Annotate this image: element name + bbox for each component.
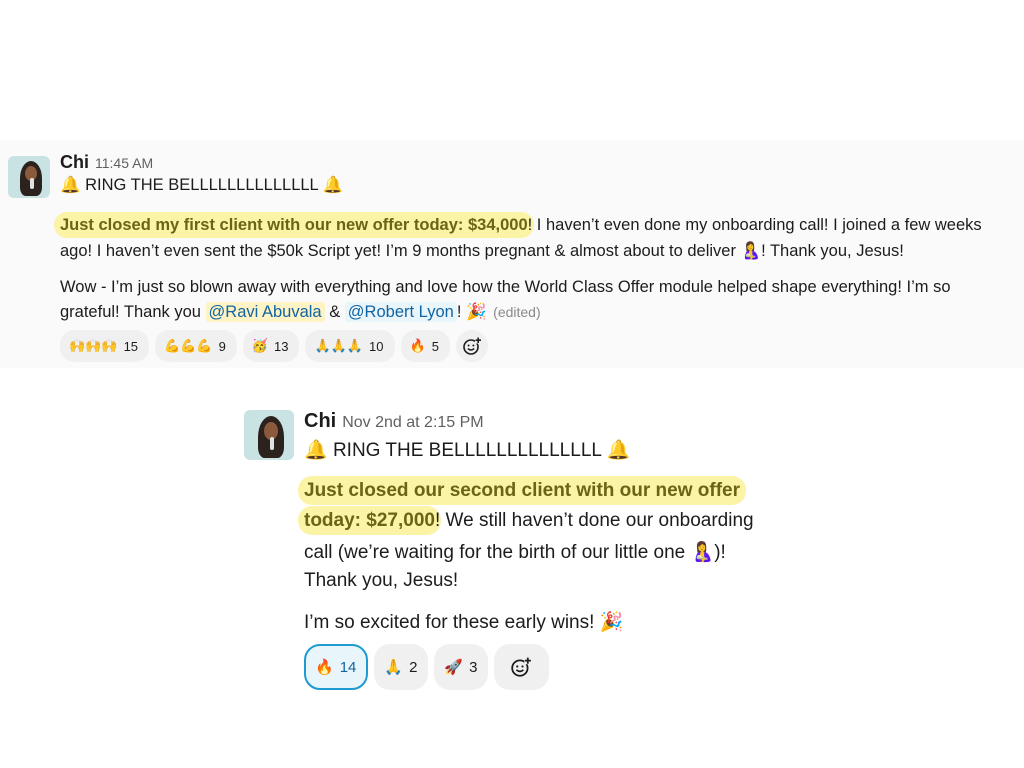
reaction-count: 9: [218, 338, 226, 354]
bell-icon: 🔔: [322, 176, 344, 194]
reaction-folded-hands[interactable]: 🙏 2: [374, 644, 429, 690]
reaction-flexed-biceps[interactable]: 💪💪💪 9: [155, 330, 237, 362]
reaction-count: 15: [123, 338, 139, 354]
bell-icon: 🔔: [606, 440, 631, 461]
reaction-folded-hands[interactable]: 🙏🙏🙏 10: [305, 330, 395, 362]
body-text: &: [324, 303, 345, 321]
message-title-line: 🔔 RING THE BELLLLLLLLLLLLLL 🔔: [60, 176, 343, 195]
message-title-line: 🔔 RING THE BELLLLLLLLLLLLLL 🔔: [304, 438, 630, 462]
paragraph-1-line-1: Just closed my first client with our new…: [54, 212, 982, 238]
title-text: RING THE BELLLLLLLLLLLLLL: [327, 440, 607, 461]
reaction-fire[interactable]: 🔥 5: [400, 330, 450, 362]
bell-icon: 🔔: [304, 440, 328, 461]
message-header: Chi 11:45 AM: [60, 152, 153, 173]
mention-robert[interactable]: @Robert Lyon: [344, 302, 457, 322]
raised-hands-icon: 🙌🙌🙌: [69, 338, 118, 353]
body-text: !: [456, 303, 462, 321]
mention-ravi[interactable]: @Ravi Abuvala: [205, 302, 325, 322]
reaction-partying-face[interactable]: 🥳 13: [242, 330, 300, 362]
message-header: Chi Nov 2nd at 2:15 PM: [304, 410, 484, 433]
paragraph-2-line-1: Wow - I’m just so blown away with everyt…: [60, 278, 951, 297]
reaction-bar: 🔥 14 🙏 2 🚀 3: [304, 644, 550, 690]
flexed-biceps-icon: 💪💪💪: [164, 338, 213, 353]
reaction-rocket[interactable]: 🚀 3: [434, 644, 489, 690]
breastfeeding-icon: 🤱: [740, 242, 762, 260]
reaction-bar: 🙌🙌🙌 15 💪💪💪 9 🥳 13 🙏🙏🙏 10 🔥 5: [60, 330, 488, 362]
reaction-count: 2: [409, 658, 418, 676]
body-text: ! Thank you, Jesus!: [761, 242, 904, 260]
reaction-count: 14: [339, 658, 357, 676]
fire-icon: 🔥: [315, 659, 334, 676]
body-text: call (we’re waiting for the birth of our…: [304, 542, 691, 563]
add-reaction-icon: [462, 336, 482, 356]
partying-face-icon: 🥳: [251, 338, 269, 353]
reaction-count: 13: [274, 338, 289, 354]
highlighted-text: today: $27,000: [298, 506, 441, 535]
avatar[interactable]: [244, 410, 294, 460]
reaction-count: 5: [431, 338, 439, 354]
bell-icon: 🔔: [60, 176, 81, 194]
author-name[interactable]: Chi: [304, 410, 336, 432]
body-line-1: Just closed our second client with our n…: [298, 476, 747, 505]
body-text: Thank you, Jesus!: [304, 570, 459, 591]
rocket-icon: 🚀: [444, 659, 464, 676]
reaction-fire-selected[interactable]: 🔥 14: [304, 644, 369, 690]
paragraph-2-line-2: grateful! Thank you @Ravi Abuvala & @Rob…: [60, 302, 541, 322]
body-line-4: Thank you, Jesus!: [304, 570, 458, 592]
body-text: I’m so excited for these early wins!: [304, 612, 600, 633]
add-reaction-icon: [510, 656, 532, 678]
add-reaction-button[interactable]: [494, 644, 550, 690]
body-line-3: call (we’re waiting for the birth of our…: [304, 540, 726, 564]
folded-hands-icon: 🙏🙏🙏: [314, 338, 364, 353]
party-popper-icon: 🎉: [466, 303, 487, 321]
add-reaction-button[interactable]: [455, 330, 488, 362]
message-1: Chi 11:45 AM 🔔 RING THE BELLLLLLLLLLLLLL …: [0, 140, 1024, 368]
body-text: Wow - I’m just so blown away with everyt…: [60, 278, 951, 296]
body-line-2: today: $27,000! We still haven’t done ou…: [298, 506, 754, 535]
title-text: RING THE BELLLLLLLLLLLLLL: [80, 176, 323, 194]
timestamp[interactable]: 11:45 AM: [95, 155, 153, 171]
body-text: grateful! Thank you: [60, 303, 206, 321]
avatar[interactable]: [8, 156, 50, 198]
author-name[interactable]: Chi: [60, 152, 89, 172]
timestamp[interactable]: Nov 2nd at 2:15 PM: [342, 414, 483, 431]
body-text: ! I haven’t even done my onboarding call…: [527, 216, 982, 234]
body-text: )!: [714, 542, 726, 563]
fire-icon: 🔥: [409, 338, 426, 353]
edited-label: (edited): [493, 304, 541, 320]
message-2: Chi Nov 2nd at 2:15 PM 🔔 RING THE BELLLLL…: [240, 396, 840, 696]
highlighted-text: Just closed my first client with our new…: [54, 212, 534, 238]
breastfeeding-icon: 🤱: [690, 542, 715, 563]
body-text: ! We still haven’t done our onboarding: [434, 510, 754, 531]
reaction-count: 3: [469, 658, 478, 676]
reaction-count: 10: [369, 338, 384, 354]
reaction-raised-hands[interactable]: 🙌🙌🙌 15: [60, 330, 150, 362]
paragraph-1-line-2: ago! I haven’t even sent the $50k Script…: [60, 242, 904, 261]
folded-hands-icon: 🙏: [384, 659, 404, 676]
body-line-5: I’m so excited for these early wins! 🎉: [304, 610, 623, 634]
party-popper-icon: 🎉: [599, 612, 624, 633]
highlighted-text: Just closed our second client with our n…: [298, 476, 747, 505]
body-text: ago! I haven’t even sent the $50k Script…: [60, 242, 741, 260]
